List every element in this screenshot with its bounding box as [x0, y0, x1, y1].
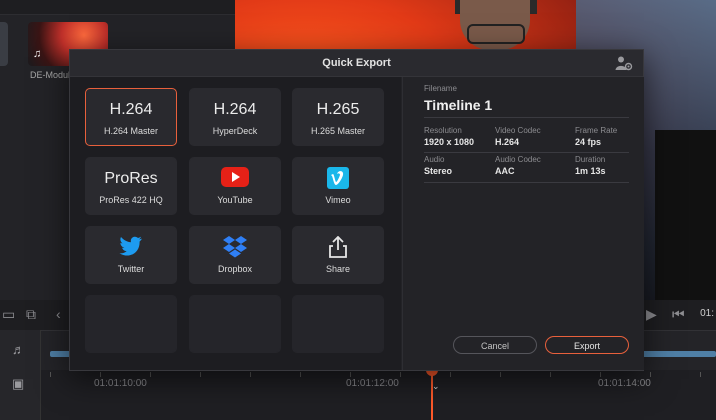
video-track-icon[interactable]: ▣ [12, 376, 24, 392]
clip-thumbnail-partial[interactable] [0, 22, 8, 66]
audio-track-icon[interactable]: ♬ [12, 342, 25, 357]
preset-label: Dropbox [217, 264, 253, 274]
preset-hyperdeck[interactable]: H.264 HyperDeck [189, 88, 281, 146]
timecode-label: 01:01:14:00 [598, 378, 651, 389]
cancel-button[interactable]: Cancel [453, 336, 537, 354]
preset-label: Share [325, 264, 351, 274]
duration-label: Duration [575, 155, 606, 164]
preset-empty-slot [85, 295, 177, 353]
preset-h264-master[interactable]: H.264 H.264 Master [85, 88, 177, 146]
edit-mode-icon[interactable]: ▭ [2, 306, 15, 323]
preset-label: ProRes 422 HQ [99, 195, 163, 205]
share-icon [293, 235, 383, 258]
preset-title: H.265 [316, 101, 360, 118]
dialog-title-bar: Quick Export [70, 50, 643, 77]
dropbox-icon [190, 236, 280, 258]
twitter-icon [86, 236, 176, 258]
timecode-label: 01:01:12:00 [346, 378, 399, 389]
preset-grid: H.264 H.264 Master H.264 HyperDeck H.265… [70, 77, 401, 370]
timecode-label: 01:01:10:00 [94, 378, 147, 389]
quick-export-dialog: Quick Export H.264 H.264 Master H.264 Hy… [69, 49, 644, 371]
resolution-label: Resolution [424, 126, 462, 135]
preset-share[interactable]: Share [292, 226, 384, 284]
preset-dropbox[interactable]: Dropbox [189, 226, 281, 284]
skip-back-icon[interactable]: ⏮ [672, 306, 685, 323]
clip-name: DE-Modul [30, 70, 71, 80]
preset-h265-master[interactable]: H.265 H.265 Master [292, 88, 384, 146]
frame-rate-label: Frame Rate [575, 126, 618, 135]
export-button[interactable]: Export [545, 336, 629, 354]
audio-label: Audio [424, 155, 445, 164]
dialog-title: Quick Export [322, 57, 391, 69]
preset-empty-slot [292, 295, 384, 353]
resolution-value: 1920 x 1080 [424, 137, 475, 147]
preset-label: H.265 Master [310, 126, 366, 136]
preset-label: YouTube [217, 195, 253, 205]
frame-rate-value: 24 fps [575, 137, 602, 147]
audio-value: Stereo [424, 166, 453, 176]
preset-label: Twitter [117, 264, 145, 274]
insert-icon[interactable]: ‹ [56, 306, 61, 322]
duration-value: 1m 13s [575, 166, 606, 176]
play-icon[interactable]: ▶ [646, 306, 657, 323]
overwrite-icon[interactable]: ⧉ [26, 306, 36, 323]
timeline-ruler[interactable]: 01:01:10:00 01:01:12:00 01:01:14:00 [40, 372, 716, 420]
preset-prores[interactable]: ProRes ProRes 422 HQ [85, 157, 177, 215]
user-settings-icon[interactable] [615, 55, 633, 71]
filename-field[interactable]: Timeline 1 [424, 97, 492, 113]
preset-title: H.264 [213, 101, 257, 118]
preset-youtube[interactable]: YouTube [189, 157, 281, 215]
export-details-panel: Filename Timeline 1 Resolution 1920 x 10… [402, 77, 644, 370]
video-codec-label: Video Codec [495, 126, 541, 135]
preset-title: H.264 [109, 101, 153, 118]
video-codec-value: H.264 [495, 137, 520, 147]
filename-label: Filename [424, 84, 457, 93]
preset-title: ProRes [104, 170, 158, 187]
audio-codec-value: AAC [495, 166, 515, 176]
vimeo-icon [293, 167, 383, 189]
preset-label: HyperDeck [212, 126, 258, 136]
music-note-icon: ♫ [33, 48, 42, 60]
preset-twitter[interactable]: Twitter [85, 226, 177, 284]
audio-codec-label: Audio Codec [495, 155, 541, 164]
preset-empty-slot [189, 295, 281, 353]
youtube-icon [190, 167, 280, 189]
track-header: ♬ ▣ [0, 330, 41, 420]
preset-label: Vimeo [325, 195, 351, 205]
preset-label: H.264 Master [103, 126, 159, 136]
chevron-down-icon: ⌄ [432, 381, 440, 391]
preset-vimeo[interactable]: Vimeo [292, 157, 384, 215]
viewer-timecode: 01: [700, 308, 714, 319]
media-pool-toolbar [0, 0, 235, 15]
